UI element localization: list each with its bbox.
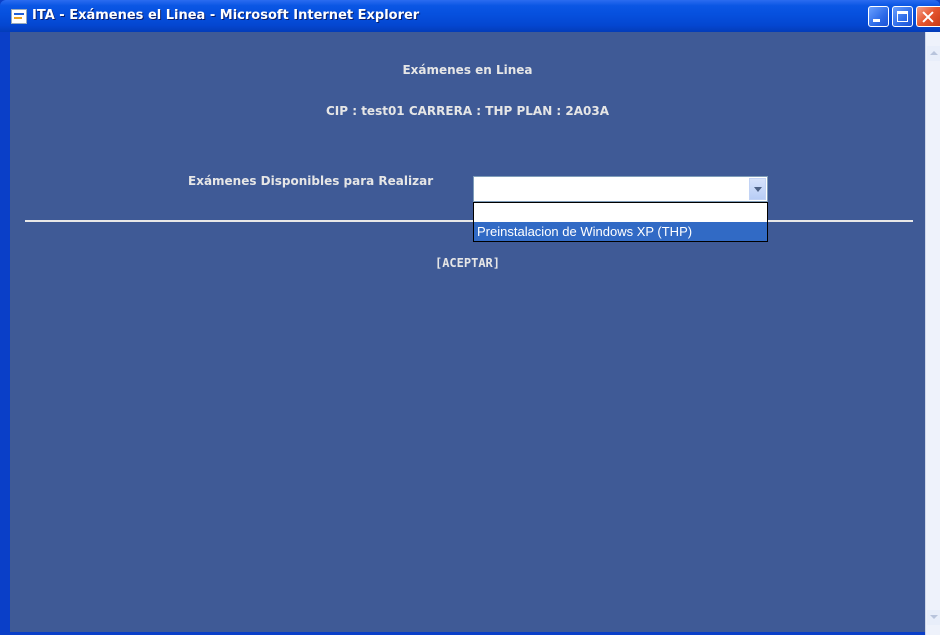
accept-button[interactable]: [ACEPTAR] [10, 256, 925, 270]
maximize-button[interactable] [892, 6, 913, 27]
scroll-up-icon[interactable] [927, 46, 940, 61]
scroll-down-icon[interactable] [927, 610, 940, 625]
exam-dropdown-list: Preinstalacion de Windows XP (THP) [473, 202, 768, 242]
exam-select-label: Exámenes Disponibles para Realizar [188, 174, 434, 188]
ie-page-icon [11, 9, 27, 24]
page-content: Exámenes en Linea CIP : test01 CARRERA :… [10, 32, 925, 632]
exam-select[interactable] [473, 176, 768, 202]
window-title: ITA - Exámenes el Linea - Microsoft Inte… [32, 8, 420, 23]
vertical-scrollbar[interactable] [925, 32, 940, 635]
student-info: CIP : test01 CARRERA : THP PLAN : 2A03A [325, 104, 610, 118]
browser-window: ITA - Exámenes el Linea - Microsoft Inte… [0, 0, 940, 635]
dropdown-option-empty[interactable] [474, 203, 767, 222]
chevron-down-icon[interactable] [749, 178, 766, 200]
title-bar[interactable]: ITA - Exámenes el Linea - Microsoft Inte… [0, 0, 940, 32]
horizontal-divider [25, 220, 913, 222]
close-button[interactable] [916, 6, 940, 27]
dropdown-option-windows-xp[interactable]: Preinstalacion de Windows XP (THP) [474, 222, 767, 241]
page-title: Exámenes en Linea [402, 63, 533, 77]
minimize-button[interactable] [868, 6, 889, 27]
